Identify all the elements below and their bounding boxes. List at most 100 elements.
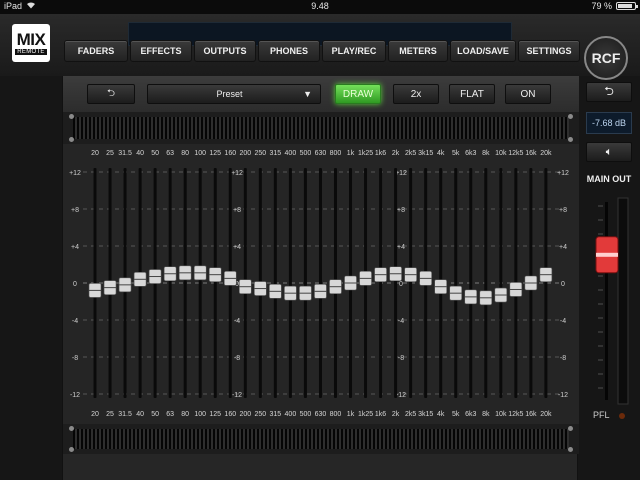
freq-label: 10k (495, 150, 507, 157)
scale-label: -12 (558, 392, 568, 399)
fader-slot (469, 168, 473, 398)
eq-band-fader[interactable] (239, 279, 252, 294)
pfl-led-icon[interactable] (619, 413, 625, 419)
tab-outputs[interactable]: OUTPUTS (194, 40, 256, 62)
freq-label: 2k5 (405, 411, 416, 418)
fader-slot (454, 168, 458, 398)
eq-band-fader[interactable] (178, 265, 192, 281)
freq-label: 630 (315, 411, 327, 418)
freq-label: 20 (91, 150, 99, 157)
freq-label: 160 (224, 411, 236, 418)
eq-band-fader[interactable] (284, 285, 297, 301)
freq-label: 10k (495, 411, 507, 418)
scale-label: -8 (398, 355, 404, 362)
freq-label: 250 (254, 411, 266, 418)
freq-label: 6k3 (465, 411, 476, 418)
tab-settings[interactable]: SETTINGS (518, 40, 580, 62)
freq-label: 25 (106, 411, 114, 418)
scale-label: +12 (69, 170, 81, 177)
freq-label: 80 (181, 150, 189, 157)
freq-label: 500 (300, 411, 312, 418)
mute-button[interactable]: 🔈︎ (586, 142, 632, 162)
eq-band-fader[interactable] (118, 277, 132, 293)
flat-button[interactable]: FLAT (449, 84, 495, 104)
main-out-fader[interactable] (586, 196, 634, 406)
eq-band-fader[interactable] (299, 285, 312, 301)
freq-label: 3k15 (418, 411, 433, 418)
freq-label: 400 (285, 411, 297, 418)
freq-label: 5k (452, 150, 460, 157)
eq-band-fader[interactable] (193, 265, 207, 281)
eq-band-fader[interactable] (389, 266, 402, 282)
freq-label: 315 (270, 150, 282, 157)
eq-on-button[interactable]: ON (505, 84, 551, 104)
eq-band-fader[interactable] (344, 275, 357, 291)
eq-band-fader[interactable] (509, 282, 523, 297)
fader-slot (288, 168, 292, 398)
status-bar: iPad 9.48 79 % (0, 0, 640, 14)
freq-label: 8k (482, 150, 490, 157)
tab-load-save[interactable]: LOAD/SAVE (450, 40, 516, 62)
eq-band-fader[interactable] (479, 290, 493, 306)
eq-band-fader[interactable] (329, 279, 342, 294)
preset-dropdown[interactable]: Preset ▼ (147, 84, 321, 104)
tab-effects[interactable]: EFFECTS (130, 40, 192, 62)
eq-band-fader[interactable] (524, 275, 538, 291)
zoom-2x-button[interactable]: 2x (393, 84, 439, 104)
freq-label: 80 (181, 411, 189, 418)
freq-label: 63 (166, 150, 174, 157)
freq-label: 50 (151, 150, 159, 157)
eq-band-fader[interactable] (254, 281, 267, 296)
freq-label: 16k (525, 411, 537, 418)
eq-band-fader[interactable] (88, 283, 102, 298)
eq-band-fader[interactable] (434, 279, 447, 294)
scale-label: -8 (72, 355, 78, 362)
draw-button[interactable]: DRAW (335, 84, 381, 104)
fader-slot (183, 168, 187, 398)
fader-slot (409, 168, 413, 398)
fader-slot (273, 168, 277, 398)
eq-band-fader[interactable] (223, 271, 237, 286)
freq-label: 500 (300, 150, 312, 157)
tab-faders[interactable]: FADERS (64, 40, 128, 62)
eq-band-fader[interactable] (449, 285, 463, 301)
right-undo-button[interactable]: ⮌ (586, 82, 632, 102)
freq-label: 2k5 (405, 150, 416, 157)
eq-band-fader[interactable] (359, 271, 372, 286)
chevron-down-icon: ▼ (303, 89, 312, 99)
undo-button[interactable]: ⮌ (87, 84, 135, 104)
eq-band-fader[interactable] (419, 271, 432, 286)
scale-label: +8 (397, 207, 405, 214)
eq-band-fader[interactable] (314, 284, 327, 299)
graphic-eq: +12 +8 +4 0 -4 -8 -12 +12 +8 +4 0 -4 -8 -12 +12 +8 +4 0 -4… (63, 144, 579, 424)
tab-phones[interactable]: PHONES (258, 40, 320, 62)
fader-slot (168, 168, 172, 398)
eq-band-fader[interactable] (208, 267, 222, 282)
tab-meters[interactable]: METERS (388, 40, 448, 62)
eq-band-fader[interactable] (374, 267, 387, 282)
freq-label: 20k (540, 150, 552, 157)
fader-slot (198, 168, 202, 398)
freq-label: 250 (254, 150, 266, 157)
eq-band-fader[interactable] (539, 267, 553, 282)
freq-label: 1k (347, 411, 355, 418)
eq-band-fader[interactable] (269, 284, 282, 299)
rcf-logo-button[interactable]: RCF (584, 36, 628, 80)
main-fader-meter (617, 197, 629, 405)
eq-band-fader[interactable] (103, 280, 117, 295)
scale-label: +4 (559, 244, 567, 251)
main-out-label: MAIN OUT (586, 174, 632, 184)
freq-label: 25 (106, 150, 114, 157)
freq-label: 40 (136, 150, 144, 157)
eq-band-fader[interactable] (464, 289, 478, 305)
battery-percent: 79 % (591, 1, 612, 11)
eq-band-fader[interactable] (494, 287, 508, 303)
eq-band-fader[interactable] (148, 269, 162, 284)
tab-play-rec[interactable]: PLAY/REC (322, 40, 386, 62)
main-fader-slot (605, 202, 608, 400)
main-fader-knob[interactable] (595, 236, 619, 274)
eq-band-fader[interactable] (163, 266, 177, 282)
main-fader-knob-line (596, 252, 618, 257)
eq-band-fader[interactable] (404, 267, 417, 282)
eq-band-fader[interactable] (133, 272, 147, 287)
